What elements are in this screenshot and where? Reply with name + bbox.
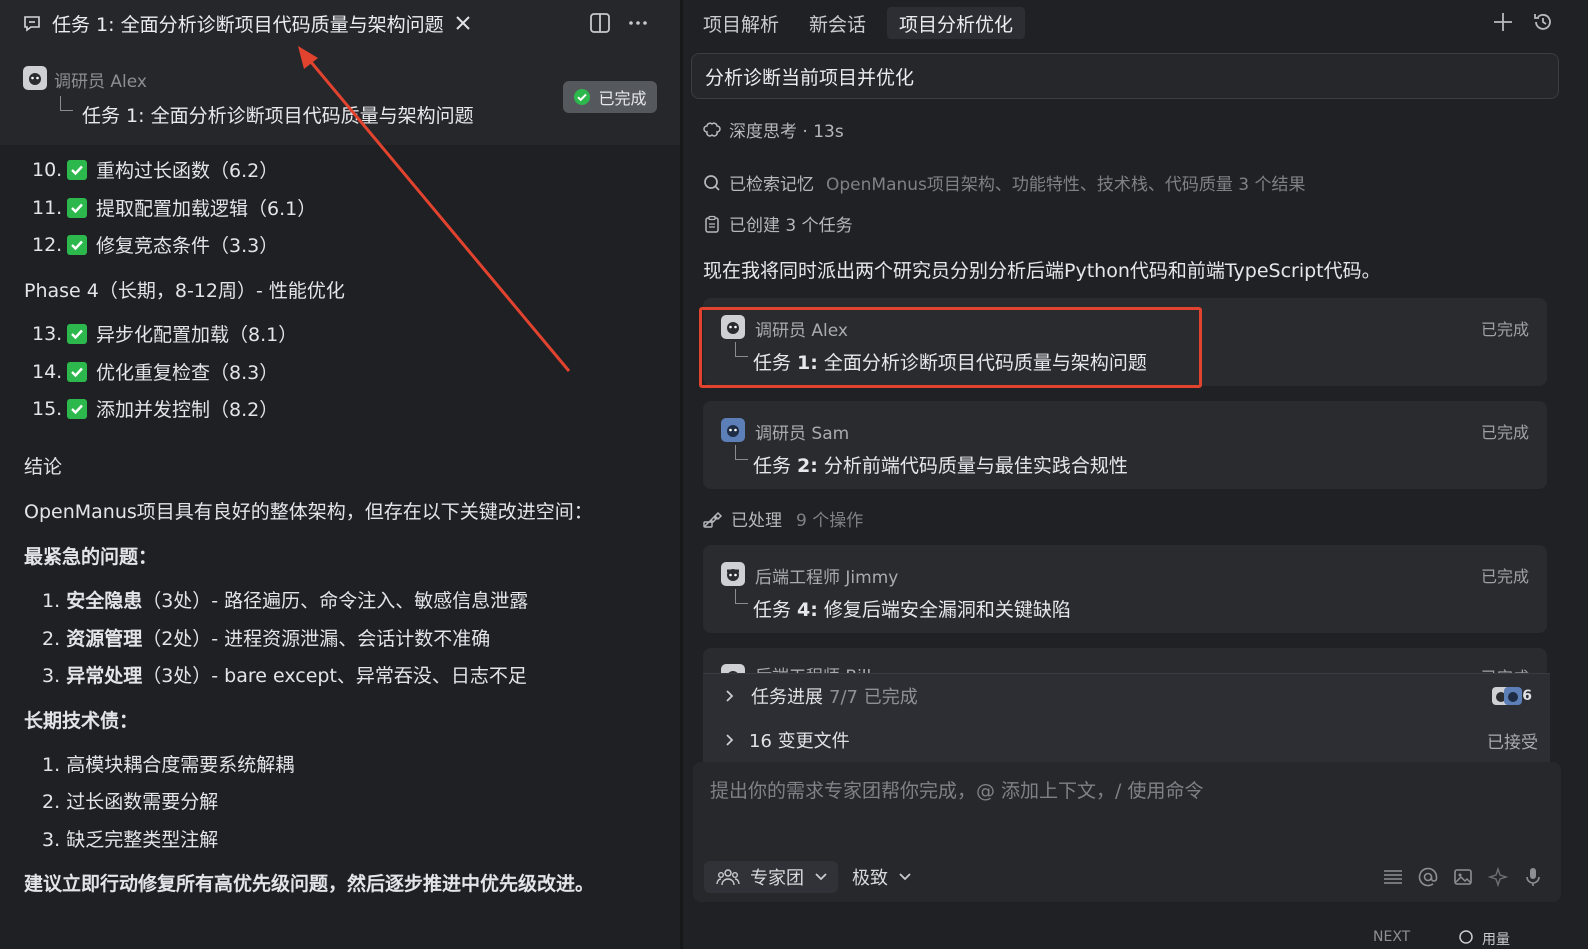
status-text: 已完成 <box>1480 423 1529 442</box>
agent-name: 后端工程师 Jimmy <box>755 568 899 588</box>
chevron-down-icon <box>898 872 912 882</box>
team-icon <box>716 867 740 887</box>
history-icon[interactable] <box>1532 11 1554 33</box>
tree-connector <box>735 445 748 460</box>
checkbox-icon <box>67 361 87 382</box>
list-item: 2. 资源管理（2处）- 进程资源泄漏、会话计数不准确 <box>42 628 491 650</box>
list-item: 10. 重构过长函数（6.2） <box>32 158 279 183</box>
tree-connector <box>60 96 73 111</box>
list-item: 15. 添加并发控制（8.2） <box>32 397 279 422</box>
tab-new-session[interactable]: 新会话 <box>797 7 878 39</box>
tab-project-parse[interactable]: 项目解析 <box>691 7 791 39</box>
footer-next: NEXT <box>1373 929 1411 945</box>
chevron-right-icon <box>725 733 735 747</box>
list-item: 1. 安全隐患（3处）- 路径遍历、命令注入、敏感信息泄露 <box>42 590 529 612</box>
user-prompt: 分析诊断当前项目并优化 <box>691 53 1559 99</box>
list-item: 2. 过长函数需要分解 <box>42 791 219 813</box>
agent-name: 调研员 Alex <box>54 72 147 92</box>
phase4-title: Phase 4（长期，8-12周）- 性能优化 <box>24 280 345 302</box>
task-line: 任务 2: 分析前端代码质量与最佳实践合规性 <box>753 455 1128 477</box>
checkbox-icon <box>67 323 87 344</box>
avatar <box>23 66 47 90</box>
final-text: 建议立即行动修复所有高优先级问题，然后逐步推进中优先级改进。 <box>24 873 595 895</box>
checkbox-icon <box>67 159 87 180</box>
chat-input[interactable]: 提出你的需求专家团帮你完成，@ 添加上下文，/ 使用命令 专家团 极致 <box>693 762 1561 902</box>
input-placeholder: 提出你的需求专家团帮你完成，@ 添加上下文，/ 使用命令 <box>710 780 1204 802</box>
tab-project-optimize[interactable]: 项目分析优化 <box>887 7 1026 39</box>
search-icon <box>703 174 721 192</box>
task-line: 任务 4: 修复后端安全漏洞和关键缺陷 <box>753 599 1071 621</box>
image-icon[interactable] <box>1453 867 1473 887</box>
mode-select[interactable]: 专家团 <box>704 861 838 893</box>
avatar <box>721 562 745 586</box>
usage-icon <box>1458 929 1474 949</box>
conclusion-title: 结论 <box>24 456 63 478</box>
footer-usage[interactable]: 用量 <box>1458 929 1510 949</box>
chat-icon <box>22 13 42 33</box>
plus-icon[interactable] <box>1492 11 1514 33</box>
list-item: 14. 优化重复检查（8.3） <box>32 360 279 385</box>
agent-name: 调研员 Sam <box>755 424 850 444</box>
task-progress-row[interactable]: 任务进展 7/7 已完成 6 <box>703 673 1550 719</box>
checkbox-icon <box>67 197 87 218</box>
list-item: 3. 异常处理（3处）- bare except、异常吞没、日志不足 <box>42 665 527 687</box>
sparkle-icon[interactable] <box>1488 867 1508 887</box>
list-item: 12. 修复竞态条件（3.3） <box>32 233 279 258</box>
changed-files-row[interactable]: 16 变更文件 已接受 <box>703 718 1550 763</box>
memory-row[interactable]: 已检索记忆 OpenManus项目架构、功能特性、技术栈、代码质量 3 个结果 <box>703 170 1306 195</box>
list-item: 3. 缺乏完整类型注解 <box>42 829 219 851</box>
list-item: 13. 异步化配置加载（8.1） <box>32 322 298 347</box>
right-panel: 项目解析 新会话 项目分析优化 分析诊断当前项目并优化 深度思考 · 13s 已… <box>683 0 1588 949</box>
avatar <box>721 418 745 442</box>
list-item: 1. 高模块耦合度需要系统解耦 <box>42 754 295 776</box>
highlight-box <box>699 307 1202 388</box>
chevron-down-icon <box>814 872 828 882</box>
debt-title: 长期技术债： <box>24 710 139 732</box>
status-badge: 已完成 <box>563 81 657 113</box>
brain-icon <box>703 121 721 139</box>
at-icon[interactable] <box>1418 867 1438 887</box>
task-tab[interactable]: 任务 1: 全面分析诊断项目代码质量与架构问题 <box>12 6 486 40</box>
dispatch-text: 现在我将同时派出两个研究员分别分析后端Python代码和前端TypeScript… <box>703 260 1381 282</box>
microphone-icon[interactable] <box>1523 866 1543 888</box>
close-icon[interactable] <box>454 14 472 32</box>
tree-connector <box>735 589 748 604</box>
checkbox-icon <box>67 234 87 255</box>
clipboard-icon <box>703 215 721 233</box>
agent-card-jimmy[interactable]: 后端工程师 Jimmy 任务 4: 修复后端安全漏洞和关键缺陷 已完成 <box>703 545 1547 633</box>
chevron-right-icon <box>725 689 735 703</box>
more-icon[interactable] <box>628 16 648 30</box>
processed-row[interactable]: 已处理 9 个操作 <box>703 506 863 531</box>
speed-select[interactable]: 极致 <box>852 861 912 893</box>
tools-icon <box>703 510 723 528</box>
tab-title: 任务 1: 全面分析诊断项目代码质量与架构问题 <box>52 13 444 36</box>
conclusion-text: OpenManus项目具有良好的整体架构，但存在以下关键改进空间： <box>24 501 593 523</box>
agent-card-sam[interactable]: 调研员 Sam 任务 2: 分析前端代码质量与最佳实践合规性 已完成 <box>703 401 1547 489</box>
urgent-title: 最紧急的问题： <box>24 546 158 568</box>
split-view-icon[interactable] <box>588 11 612 35</box>
task-line: 任务 1: 全面分析诊断项目代码质量与架构问题 <box>82 105 474 127</box>
status-text: 已完成 <box>1480 320 1529 339</box>
status-text: 已完成 <box>1480 567 1529 586</box>
thinking-row[interactable]: 深度思考 · 13s <box>703 117 844 142</box>
checkbox-icon <box>67 398 87 419</box>
avatar-stack: 6 <box>1492 685 1532 707</box>
tasks-created-row[interactable]: 已创建 3 个任务 <box>703 211 853 236</box>
list-icon[interactable] <box>1383 868 1403 886</box>
list-item: 11. 提取配置加载逻辑（6.1） <box>32 196 317 221</box>
check-circle-icon <box>573 88 591 106</box>
left-panel: 任务 1: 全面分析诊断项目代码质量与架构问题 调研员 Alex 任务 1: 全… <box>0 0 680 949</box>
